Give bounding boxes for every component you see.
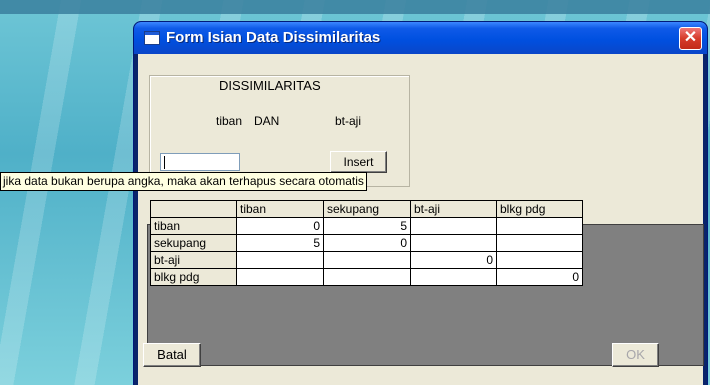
row-header: blkg pdg [150, 268, 237, 286]
grid-cell[interactable] [236, 251, 324, 269]
ok-button[interactable]: OK [612, 343, 659, 367]
window-title: Form Isian Data Dissimilaritas [166, 29, 381, 46]
grid-cell[interactable] [496, 234, 583, 252]
item-a-label: tiban [216, 114, 243, 128]
grid-cell[interactable] [323, 268, 411, 286]
grid-cell[interactable] [496, 251, 583, 269]
insert-button[interactable]: Insert [330, 151, 387, 173]
grid-cell[interactable]: 5 [323, 217, 411, 235]
grid-cell[interactable]: 0 [410, 251, 497, 269]
batal-button[interactable]: Batal [143, 343, 201, 367]
table-row: tiban 0 5 [150, 217, 583, 235]
text-caret [164, 156, 165, 169]
column-header: bt-aji [410, 200, 497, 218]
grid-cell[interactable] [410, 217, 497, 235]
grid-cell[interactable]: 5 [236, 234, 324, 252]
title-bar[interactable]: Form Isian Data Dissimilaritas ✕ [134, 22, 707, 54]
dissimilarity-value-input[interactable] [160, 153, 240, 171]
row-header: sekupang [150, 234, 237, 252]
table-row: sekupang 5 0 [150, 234, 583, 252]
table-row: bt-aji 0 [150, 251, 583, 269]
column-header: blkg pdg [496, 200, 583, 218]
tooltip: jika data bukan berupa angka, maka akan … [0, 172, 367, 191]
grid-corner-cell [150, 200, 237, 218]
column-header: tiban [236, 200, 324, 218]
table-row: blkg pdg 0 [150, 268, 583, 286]
column-header: sekupang [323, 200, 411, 218]
background-window-strip [0, 0, 710, 14]
row-header: tiban [150, 217, 237, 235]
row-header: bt-aji [150, 251, 237, 269]
grid-header-row: tiban sekupang bt-aji blkg pdg [150, 200, 583, 218]
form-window-icon [144, 31, 160, 45]
grid-cell[interactable]: 0 [236, 217, 324, 235]
group-title-label: DISSIMILARITAS [219, 78, 321, 93]
connector-label: DAN [254, 114, 280, 128]
close-button[interactable]: ✕ [679, 27, 702, 50]
grid-cell[interactable] [236, 268, 324, 286]
grid-cell[interactable] [323, 251, 411, 269]
grid-cell[interactable] [410, 268, 497, 286]
grid-cell[interactable] [496, 217, 583, 235]
item-b-label: bt-aji [335, 114, 362, 128]
grid-cell[interactable]: 0 [496, 268, 583, 286]
grid-cell[interactable] [410, 234, 497, 252]
dissimilarity-grid[interactable]: tiban sekupang bt-aji blkg pdg tiban 0 5… [150, 200, 583, 286]
grid-cell[interactable]: 0 [323, 234, 411, 252]
